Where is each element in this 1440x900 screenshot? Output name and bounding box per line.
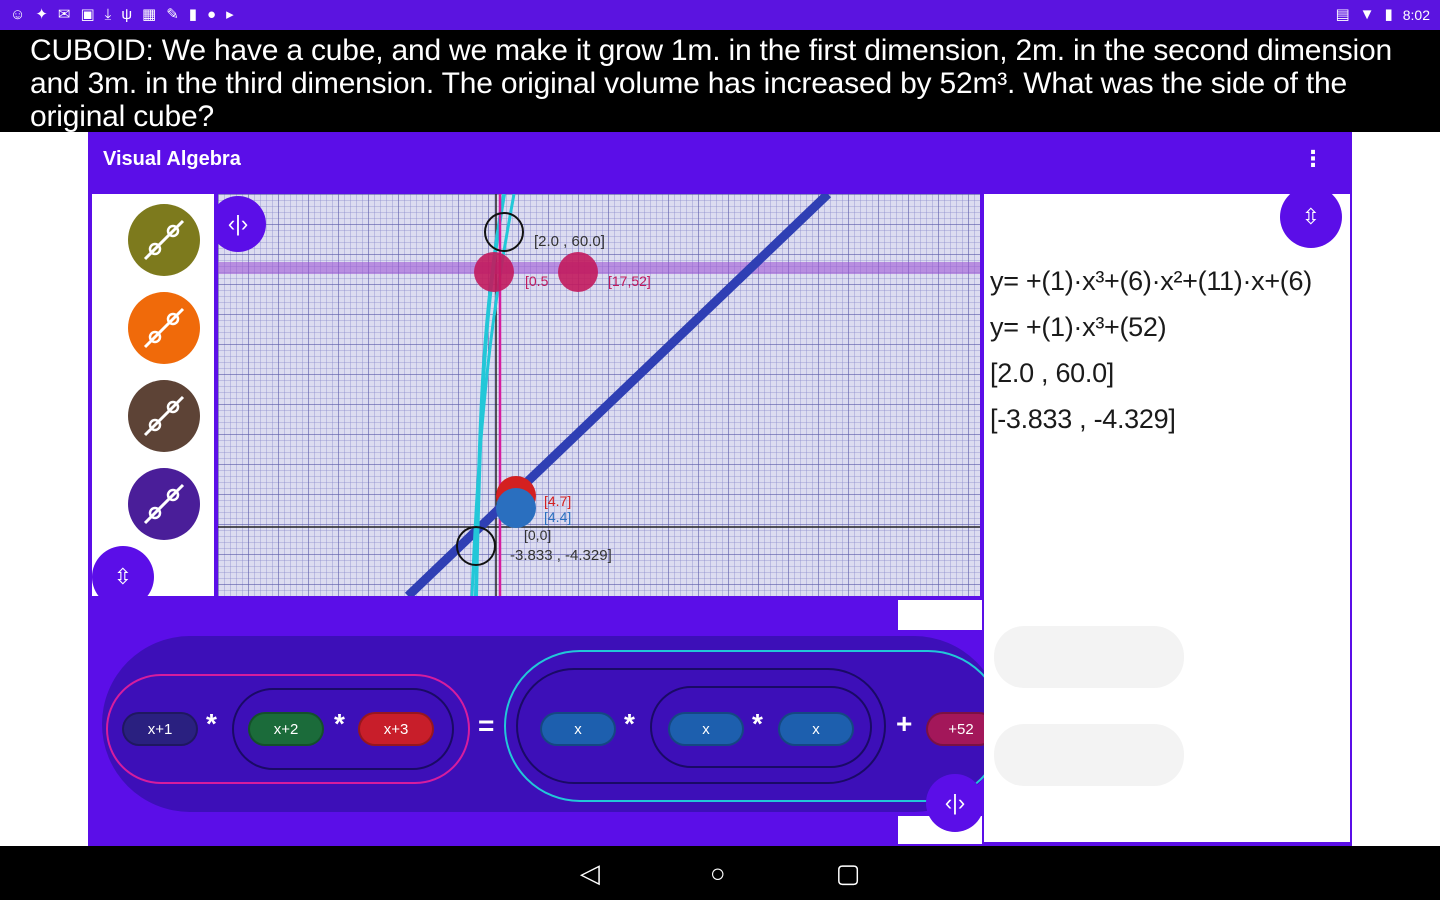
builder-divider — [898, 600, 982, 630]
app-bar: Visual Algebra ⋮ — [88, 132, 1352, 192]
collapse-vertical-icon: ⇳ — [1301, 204, 1321, 229]
expression-builder: x+1 * x+2 * x+3 = x * x * x + +52 ‹|› — [88, 598, 984, 846]
chat-icon: ☺ — [10, 6, 26, 23]
wrench-icon: ✎ — [166, 6, 179, 23]
equation-4[interactable]: [-3.833 , -4.329] — [990, 404, 1176, 435]
overflow-menu-button[interactable]: ⋮ — [1302, 146, 1324, 172]
equals-operator: = — [478, 710, 495, 741]
times-operator: * — [624, 708, 635, 739]
question-banner: CUBOID: We have a cube, and we make it g… — [0, 30, 1440, 133]
location-icon: ● — [207, 6, 217, 23]
ghost-expression — [994, 724, 1184, 786]
point-marker-b — [558, 252, 598, 292]
mail-icon: ✉ — [57, 6, 71, 23]
label-point-e: [0,0] — [524, 527, 551, 543]
olive-line-tool[interactable] — [128, 204, 200, 276]
home-button[interactable]: ○ — [710, 858, 726, 889]
point-marker-d — [496, 488, 536, 528]
status-time: 8:02 — [1402, 7, 1430, 23]
label-point-d: [4.4] — [544, 509, 571, 525]
term-pill[interactable]: x+3 — [358, 712, 434, 746]
point-marker-a — [474, 252, 514, 292]
line-tool-icon — [143, 219, 185, 261]
back-button[interactable]: ◁ — [580, 858, 600, 889]
constant-pill[interactable]: +52 — [926, 712, 984, 746]
resize-horizontal-icon: ‹|› — [227, 211, 249, 236]
purple-line-tool[interactable] — [128, 468, 200, 540]
usb-icon: ψ — [121, 6, 133, 23]
term-pill[interactable]: x+1 — [122, 712, 198, 746]
label-point-top: [2.0 , 60.0] — [534, 233, 605, 250]
collapse-vertical-icon: ⇳ — [113, 564, 133, 589]
term-pill[interactable]: x+2 — [248, 712, 324, 746]
wifi-icon: ▼ — [1359, 6, 1375, 23]
navigation-bar: ◁ ○ ▢ — [0, 846, 1440, 900]
ghost-expression — [994, 626, 1184, 688]
equation-1[interactable]: y= +(1)·x³+(6)·x²+(11)·x+(6) — [990, 266, 1312, 297]
brown-line-tool[interactable] — [128, 380, 200, 452]
line-tool-icon — [143, 307, 185, 349]
battery-icon: ▮ — [1384, 6, 1393, 23]
app-window: Visual Algebra ⋮ ⇳ [2.0 , 60.0] [0.5 [17… — [88, 132, 1352, 846]
line-tool-icon — [143, 395, 185, 437]
plus-operator: + — [896, 708, 913, 739]
recents-button[interactable]: ▢ — [836, 858, 861, 889]
times-operator: * — [206, 708, 217, 739]
resize-horizontal-button[interactable]: ‹|› — [926, 774, 984, 832]
level-band — [218, 262, 980, 274]
tool-palette — [92, 194, 214, 596]
label-point-f: -3.833 , -4.329] — [510, 547, 612, 564]
image-icon: ▦ — [142, 6, 157, 23]
download-icon: ⤓ — [104, 6, 112, 23]
notification-icons: ☺ ✦ ✉ ▣ ⤓ ψ ▦ ✎ ▮ ● ▸ — [10, 0, 234, 30]
times-operator: * — [334, 708, 345, 739]
term-pill[interactable]: x — [778, 712, 854, 746]
label-point-b: [17,52] — [608, 273, 651, 289]
status-bar: ☺ ✦ ✉ ▣ ⤓ ψ ▦ ✎ ▮ ● ▸ ▤ ▼ ▮ 8:02 — [0, 0, 1440, 30]
bird-icon: ✦ — [35, 6, 48, 23]
system-icons: ▤ ▼ ▮ 8:02 — [1335, 0, 1430, 30]
app-title: Visual Algebra — [103, 148, 241, 170]
equation-3[interactable]: [2.0 , 60.0] — [990, 358, 1114, 389]
graph-svg: [2.0 , 60.0] [0.5 [17,52] [4.7] [4.4] [0… — [218, 194, 980, 596]
screen-icon: ▤ — [1335, 6, 1350, 23]
collapse-equations-button[interactable]: ⇳ — [1280, 194, 1342, 248]
label-point-c: [4.7] — [544, 493, 571, 509]
equation-panel: ⇳ y= +(1)·x³+(6)·x²+(11)·x+(6) y= +(1)·x… — [984, 194, 1350, 842]
term-pill[interactable]: x — [540, 712, 616, 746]
pin-icon: ▮ — [188, 6, 198, 23]
term-pill[interactable]: x — [668, 712, 744, 746]
notification-icon: ▣ — [80, 6, 95, 23]
graph-canvas[interactable]: [2.0 , 60.0] [0.5 [17,52] [4.7] [4.4] [0… — [218, 194, 980, 596]
line-tool-icon — [143, 483, 185, 525]
label-point-a: [0.5 — [525, 273, 549, 289]
play-icon: ▸ — [226, 6, 234, 23]
orange-line-tool[interactable] — [128, 292, 200, 364]
resize-horizontal-icon: ‹|› — [944, 790, 966, 815]
times-operator: * — [752, 708, 763, 739]
equation-2[interactable]: y= +(1)·x³+(52) — [990, 312, 1167, 343]
